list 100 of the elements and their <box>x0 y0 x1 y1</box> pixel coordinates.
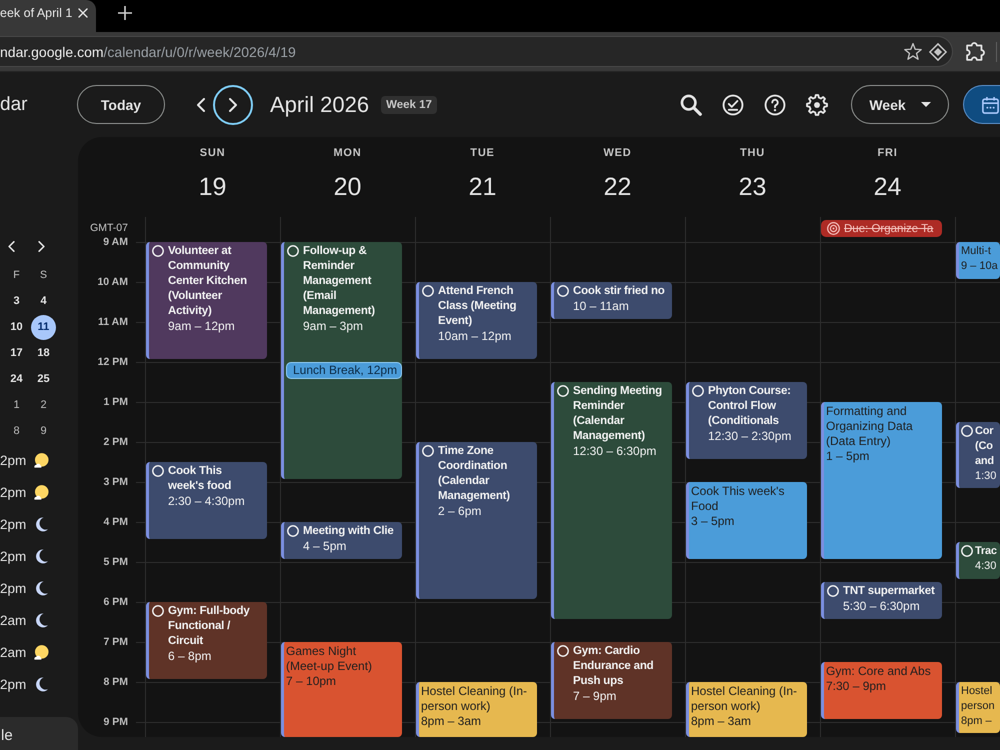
check-circle-icon[interactable] <box>722 94 744 116</box>
chevron-left-icon[interactable] <box>8 240 15 252</box>
date-cell[interactable]: 3 <box>4 288 29 314</box>
circle-icon[interactable] <box>152 465 164 477</box>
circle-icon[interactable] <box>692 385 704 397</box>
event-card[interactable]: Phyton Course: Control Flow (Conditionals 12:30 – 2:30pm <box>686 382 807 459</box>
plus-icon[interactable] <box>118 6 132 20</box>
circle-icon[interactable] <box>422 445 434 457</box>
circle-icon[interactable] <box>152 245 164 257</box>
event-title: Hostel Cleaning (In-person work) <box>691 684 798 714</box>
settings-icon[interactable] <box>806 94 828 116</box>
event-time: 6 – 8pm <box>168 649 212 664</box>
date-cell[interactable]: 10 <box>4 314 29 340</box>
star-icon[interactable] <box>904 43 922 60</box>
caret-down-icon <box>920 102 931 107</box>
date-cell[interactable]: 25 <box>31 366 56 392</box>
event-card[interactable]: Hostel Cleaning (In-person work) 8pm – 3am <box>686 682 807 737</box>
event-card[interactable]: Cook This week's Food 3 – 5pm <box>686 482 807 559</box>
close-icon[interactable] <box>78 8 88 18</box>
hour-label: 4 PM <box>103 515 128 529</box>
browser-tab[interactable]: eek of April 1 <box>0 0 96 32</box>
event-card[interactable]: Sending Meeting Reminder (Calendar Management) 12:30 – 6:30pm <box>551 382 672 619</box>
event-chip[interactable]: Lunch Break, 12pm <box>286 362 402 379</box>
event-card[interactable]: Cor (Co and 1:30 <box>956 422 1000 488</box>
task-chip[interactable]: Due: Organize Ta <box>821 220 942 237</box>
event-title: Games Night (Meet-up Event) <box>286 644 374 674</box>
view-switcher-button[interactable]: Week <box>851 85 949 124</box>
target-icon <box>827 222 840 235</box>
date-cell[interactable]: 17 <box>4 340 29 366</box>
circle-icon[interactable] <box>557 385 569 397</box>
event-card[interactable]: Gym: Cardio Endurance and Push ups 7 – 9pm <box>551 642 672 719</box>
day-number[interactable]: 23 <box>738 172 766 202</box>
circle-icon[interactable] <box>287 245 299 257</box>
event-title: Follow-up & Reminder Management (Email Management) <box>303 244 376 319</box>
event-card[interactable]: Trac 4:30 <box>956 542 1000 579</box>
clock-time: 2pm <box>0 452 26 468</box>
date-cell[interactable]: 18 <box>31 340 56 366</box>
date-cell[interactable]: 24 <box>4 366 29 392</box>
date-cell[interactable]: 9 <box>31 418 56 444</box>
date-cell[interactable]: 4 <box>31 288 56 314</box>
event-time: 8pm – 3am <box>691 714 752 729</box>
week-number-badge: Week 17 <box>381 96 437 114</box>
event-card[interactable]: Multi-t 9 – 10a <box>956 242 1000 279</box>
event-time: 12:30 – 6:30pm <box>573 444 656 459</box>
circle-icon[interactable] <box>557 285 569 297</box>
today-button[interactable]: Today <box>77 85 165 124</box>
circle-icon[interactable] <box>422 285 434 297</box>
event-card[interactable]: Cook This week's food 2:30 – 4:30pm <box>146 462 267 539</box>
clock-time: 2am <box>0 612 26 628</box>
search-icon[interactable] <box>680 94 702 116</box>
event-card[interactable]: Meeting with Clie 4 – 5pm <box>281 522 402 559</box>
event-card[interactable]: Hostel Cleaning (In-person work) 8pm – 3am <box>416 682 537 737</box>
event-card[interactable]: Games Night (Meet-up Event) 7 – 10pm <box>281 642 402 737</box>
event-card[interactable]: Gym: Full-body Functional / Circuit 6 – 8pm <box>146 602 267 679</box>
date-cell[interactable]: 11 <box>31 314 56 340</box>
date-cell[interactable]: 2 <box>31 392 56 418</box>
event-time: 2 – 6pm <box>438 504 482 519</box>
day-number[interactable]: 24 <box>874 172 902 202</box>
sidebar-bottom-button[interactable]: le <box>0 717 78 750</box>
weekday-label: F <box>13 269 20 281</box>
event-title: Gym: Full-body Functional / Circuit <box>168 604 251 649</box>
event-card[interactable]: Attend French Class (Meeting Event) 10am – 12pm <box>416 282 537 359</box>
chevron-right-icon[interactable] <box>38 240 45 252</box>
event-time: 1:30 <box>975 469 996 484</box>
url-text: ndar.google.com/calendar/u/0/r/week/2026/4/19 <box>0 44 296 60</box>
hour-label: 2 PM <box>103 435 128 449</box>
event-card[interactable]: TNT supermarket 5:30 – 6:30pm <box>821 582 942 619</box>
address-bar[interactable]: ndar.google.com/calendar/u/0/r/week/2026/4/19 <box>0 36 953 67</box>
date-cell[interactable]: 1 <box>4 392 29 418</box>
event-title: Meeting with Clie <box>303 524 394 539</box>
circle-icon[interactable] <box>827 585 839 597</box>
event-card[interactable]: Hostel person 8pm – <box>956 682 1000 733</box>
app-title: dar <box>0 94 28 114</box>
chevron-left-icon[interactable] <box>197 98 205 112</box>
event-card[interactable]: Cook stir fried no 10 – 11am <box>551 282 672 319</box>
diamond-icon[interactable] <box>929 42 947 60</box>
day-number[interactable]: 21 <box>468 172 496 202</box>
event-title: Cook stir fried no <box>573 284 665 299</box>
event-card[interactable]: Formatting and Organizing Data (Data Entry) 1 – 5pm <box>821 402 942 559</box>
hour-label: 8 PM <box>103 675 128 689</box>
help-icon[interactable] <box>764 94 786 116</box>
day-number[interactable]: 22 <box>604 172 632 202</box>
circle-icon[interactable] <box>961 425 973 437</box>
hour-label: 5 PM <box>103 555 128 569</box>
circle-icon[interactable] <box>961 545 973 557</box>
event-card[interactable]: Time Zone Coordination (Calendar Management) 2 – 6pm <box>416 442 537 599</box>
date-cell[interactable]: 8 <box>4 418 29 444</box>
next-week-button[interactable] <box>213 84 253 124</box>
circle-icon[interactable] <box>152 605 164 617</box>
hour-label: 9 PM <box>103 715 128 729</box>
hour-label: 9 AM <box>103 235 128 249</box>
event-card[interactable]: Gym: Core and Abs 7:30 – 9pm <box>821 662 942 719</box>
calendar-view-button[interactable] <box>963 85 1000 124</box>
weekday-label: SUN <box>200 146 226 160</box>
day-number[interactable]: 20 <box>334 172 362 202</box>
event-card[interactable]: Volunteer at Community Center Kitchen (Volunteer Activity) 9am – 12pm <box>146 242 267 359</box>
day-number[interactable]: 19 <box>198 172 226 202</box>
circle-icon[interactable] <box>557 645 569 657</box>
circle-icon[interactable] <box>287 525 299 537</box>
puzzle-icon[interactable] <box>966 42 985 61</box>
